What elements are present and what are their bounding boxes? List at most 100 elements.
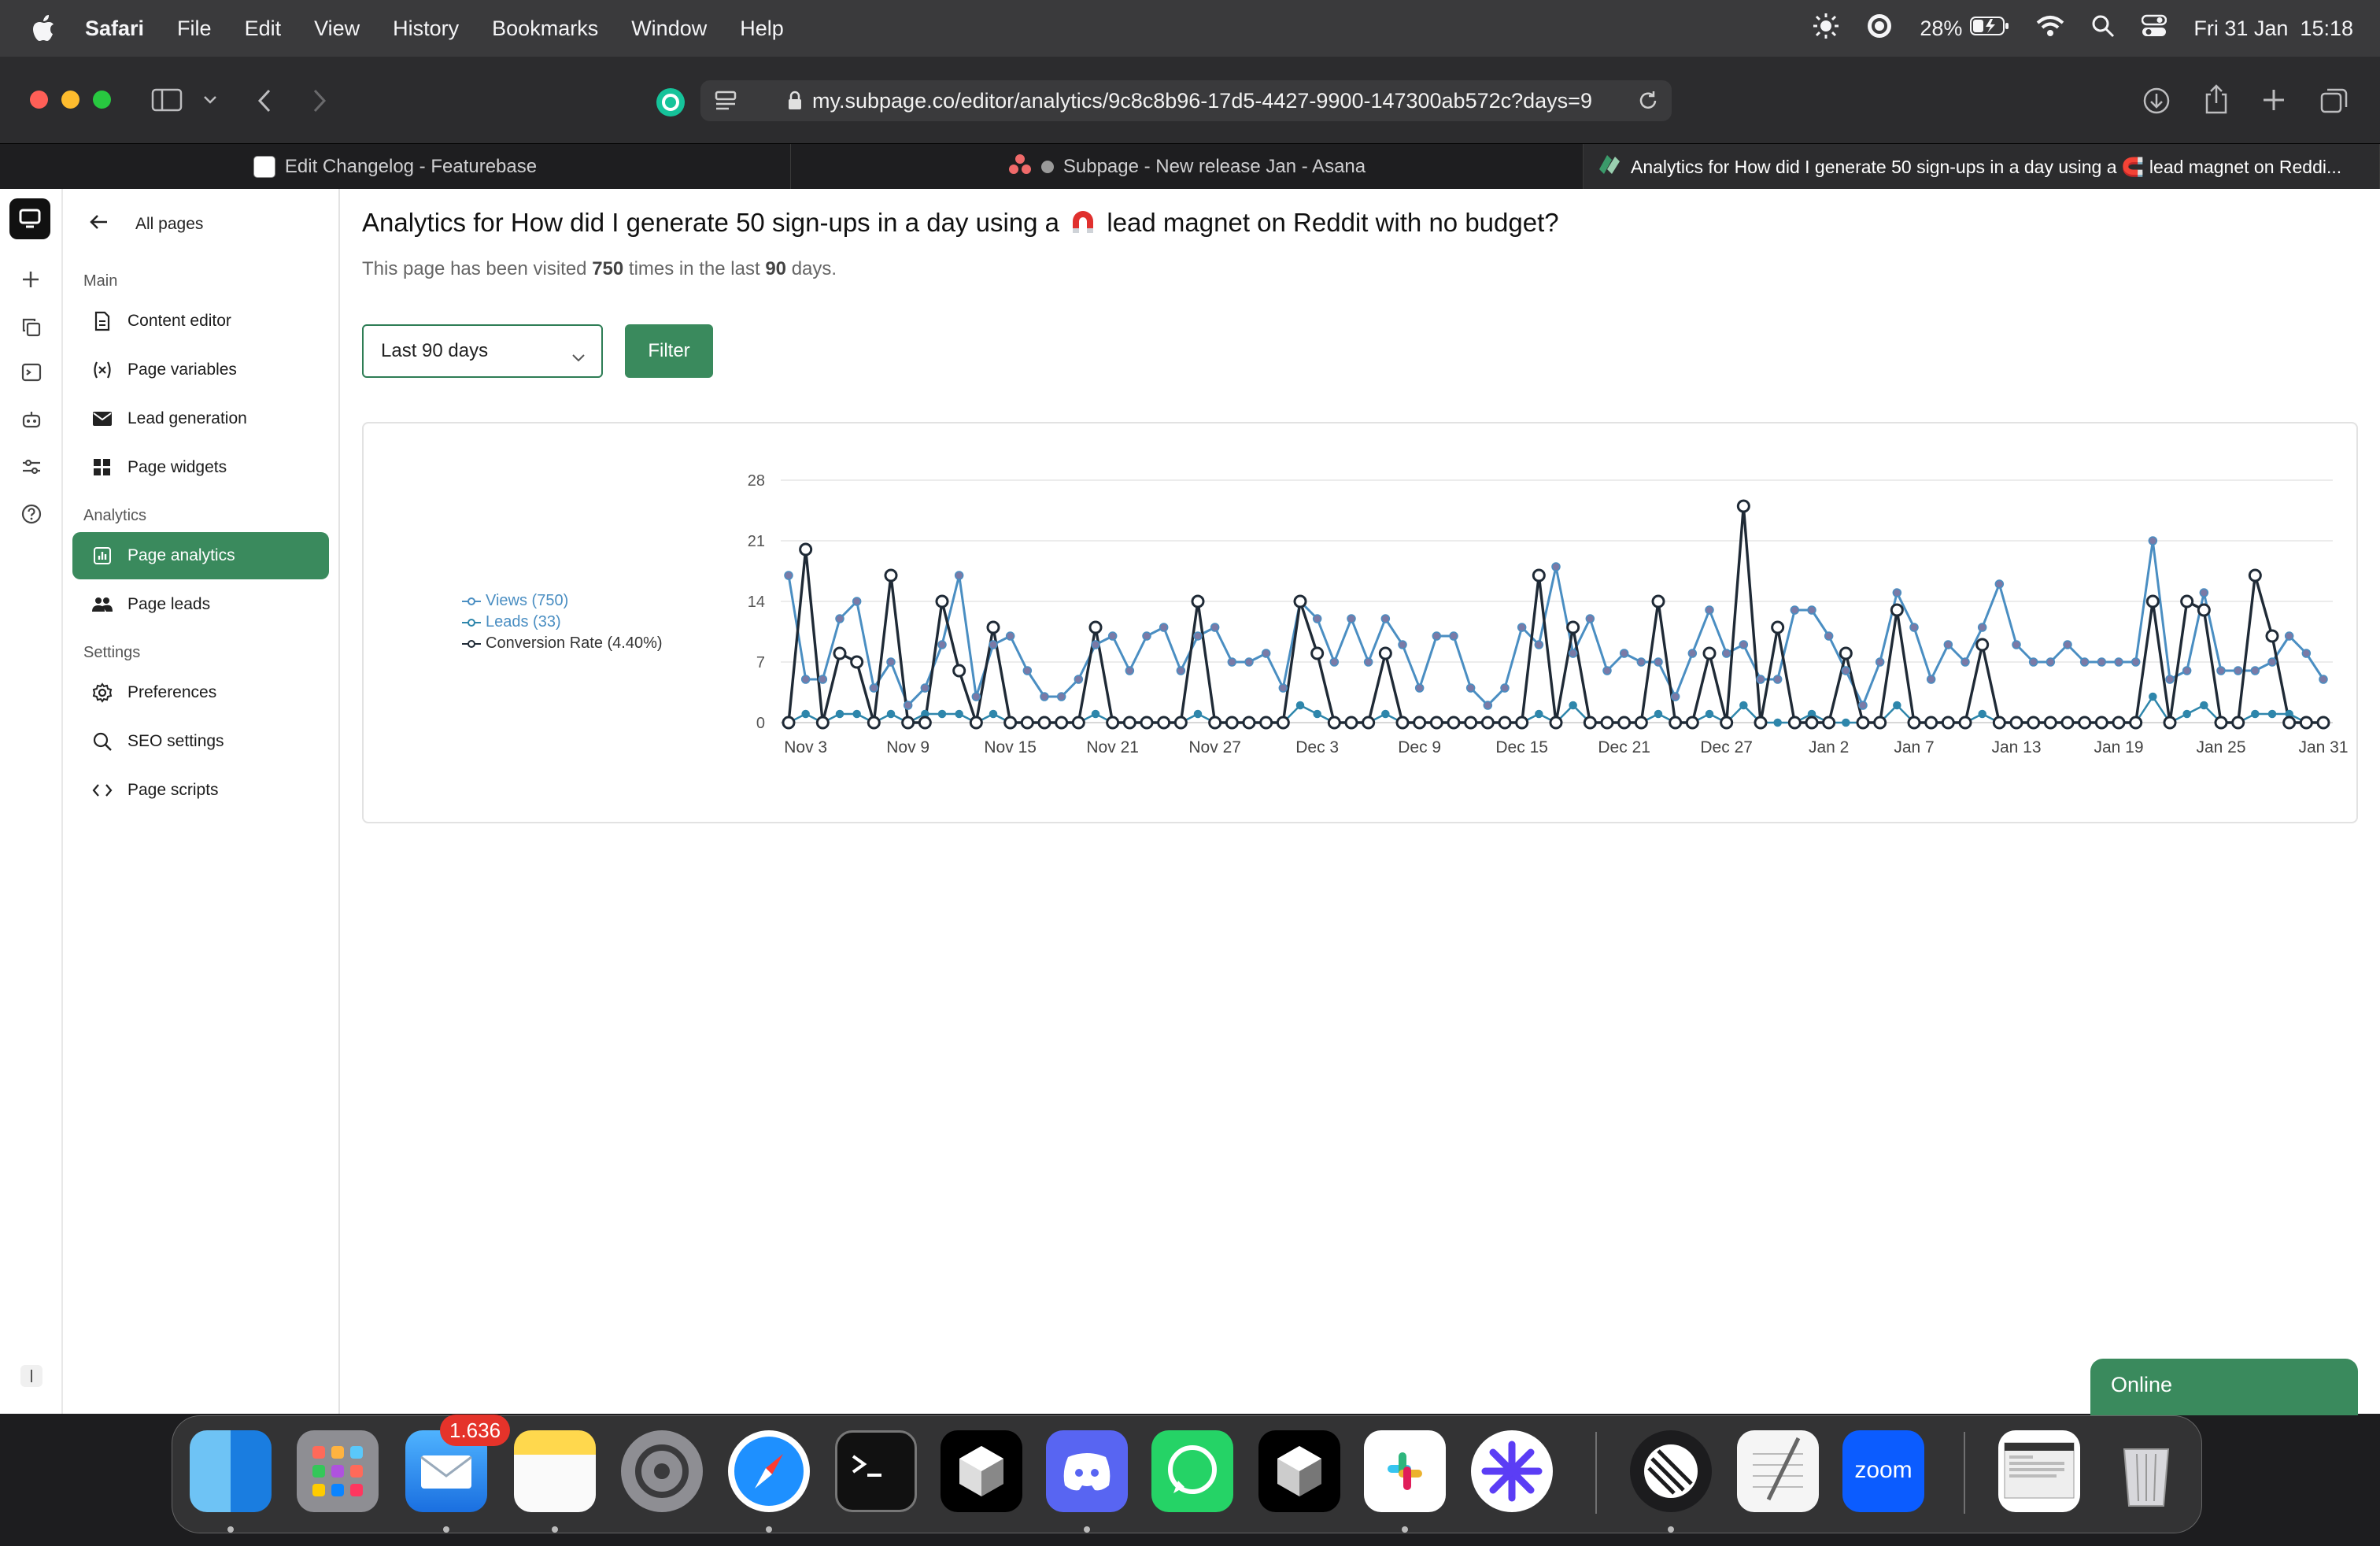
x-tick-label: Nov 3 <box>784 738 827 756</box>
section-analytics: Analytics <box>83 507 147 524</box>
search-icon <box>91 730 113 753</box>
editor-home-icon[interactable] <box>9 198 50 239</box>
data-point-views <box>989 640 998 649</box>
data-point-conversion-rate <box>815 716 830 730</box>
page-settings-icon[interactable] <box>715 91 737 117</box>
data-point-conversion-rate <box>1787 716 1802 730</box>
x-tick-label: Dec 27 <box>1700 738 1753 756</box>
new-tab-icon[interactable] <box>2262 88 2286 116</box>
zoom-window-button[interactable] <box>93 91 111 109</box>
finder-icon[interactable] <box>190 1430 272 1512</box>
sidebar-item-preferences[interactable]: Preferences <box>72 669 329 716</box>
battery-icon[interactable] <box>1970 16 2009 42</box>
grammarly-icon[interactable] <box>1866 13 1893 45</box>
data-point-leads <box>2267 709 2277 719</box>
zoom-icon[interactable]: zoom <box>1842 1430 1924 1512</box>
x-tick-label: Dec 21 <box>1598 738 1650 756</box>
discord-icon[interactable] <box>1046 1430 1128 1512</box>
share-icon[interactable] <box>2204 83 2229 119</box>
tab-overview-icon[interactable] <box>2320 87 2349 117</box>
menu-file[interactable]: File <box>177 17 212 41</box>
data-point-conversion-rate <box>1310 646 1325 660</box>
slack-icon[interactable] <box>1364 1430 1446 1512</box>
system-settings-icon[interactable] <box>621 1430 703 1512</box>
sidebar-item-page-scripts[interactable]: Page scripts <box>72 767 329 814</box>
data-point-conversion-rate <box>1992 716 2006 730</box>
clock[interactable]: Fri 31 Jan 15:18 <box>2193 17 2353 41</box>
safari-icon[interactable] <box>728 1430 810 1512</box>
downloads-icon[interactable] <box>2142 87 2171 119</box>
menu-edit[interactable]: Edit <box>245 17 282 41</box>
wifi-icon[interactable] <box>2036 15 2064 43</box>
y-tick-label: 14 <box>748 594 765 611</box>
back-icon[interactable] <box>257 88 272 117</box>
add-page-icon[interactable] <box>21 270 40 293</box>
trash-icon[interactable] <box>2105 1430 2187 1512</box>
duplicate-icon[interactable] <box>21 317 42 342</box>
tab-featurebase[interactable]: Edit Changelog - Featurebase <box>0 144 791 190</box>
back-to-all-pages-link[interactable]: All pages <box>90 214 203 235</box>
data-point-views <box>1074 675 1084 684</box>
data-point-views <box>2319 675 2328 684</box>
whatsapp-icon[interactable] <box>1151 1430 1233 1512</box>
recent-document-icon[interactable] <box>1998 1430 2080 1512</box>
tab-asana[interactable]: Subpage - New release Jan - Asana <box>791 144 1584 190</box>
sidebar-item-page-leads[interactable]: Page leads <box>72 581 329 628</box>
sidebar-item-lead-generation[interactable]: Lead generation <box>72 395 329 442</box>
sidebar-item-page-analytics[interactable]: Page analytics <box>72 532 329 579</box>
running-indicator <box>227 1526 234 1533</box>
data-point-conversion-rate <box>1208 716 1222 730</box>
filter-button[interactable]: Filter <box>625 324 713 378</box>
back-label: All pages <box>135 215 204 233</box>
menu-bookmarks[interactable]: Bookmarks <box>492 17 598 41</box>
cube-app-2-icon[interactable] <box>1258 1430 1340 1512</box>
data-point-views <box>1465 683 1476 693</box>
launchpad-icon[interactable] <box>297 1430 379 1512</box>
chevron-down-icon[interactable] <box>203 94 217 109</box>
asterisk-app-icon[interactable] <box>1471 1430 1553 1512</box>
sliders-icon[interactable] <box>21 457 42 481</box>
help-icon[interactable] <box>21 504 42 528</box>
notes-icon[interactable] <box>514 1430 596 1512</box>
textedit-icon[interactable] <box>1737 1430 1819 1512</box>
y-tick-label: 0 <box>756 715 765 732</box>
menu-safari[interactable]: Safari <box>85 17 144 41</box>
data-point-leads <box>2182 709 2191 719</box>
sidebar-item-content-editor[interactable]: Content editor <box>72 298 329 345</box>
sidebar-item-page-widgets[interactable]: Page widgets <box>72 444 329 491</box>
address-bar[interactable]: my.subpage.co/editor/analytics/9c8c8b96-… <box>700 80 1672 121</box>
spotlight-search-icon[interactable] <box>2091 14 2115 43</box>
battery-percentage: 28% <box>1920 16 1963 40</box>
data-point-views <box>2267 657 2277 667</box>
data-point-conversion-rate <box>1378 646 1392 660</box>
sidebar-item-page-variables[interactable]: Page variables <box>72 346 329 394</box>
linear-icon[interactable] <box>1630 1430 1712 1512</box>
bot-icon[interactable] <box>21 409 42 434</box>
reload-icon[interactable] <box>1637 90 1659 117</box>
sidebar-toggle-icon[interactable] <box>151 88 183 116</box>
cube-app-icon[interactable] <box>941 1430 1022 1512</box>
sidebar-item-seo-settings[interactable]: SEO settings <box>72 718 329 765</box>
terminal-app-icon[interactable] <box>835 1430 917 1512</box>
online-status-widget[interactable]: Online <box>2090 1359 2358 1415</box>
data-point-views <box>2199 588 2209 597</box>
data-point-views <box>1534 640 1544 649</box>
menu-help[interactable]: Help <box>740 17 784 41</box>
tab-analytics[interactable]: Analytics for How did I generate 50 sign… <box>1584 144 2380 190</box>
data-point-views <box>1909 623 1919 632</box>
menu-history[interactable]: History <box>393 17 459 41</box>
forward-icon[interactable] <box>312 88 327 117</box>
close-window-button[interactable] <box>30 91 48 109</box>
minimize-window-button[interactable] <box>61 91 79 109</box>
date-range-select[interactable]: Last 90 days <box>362 324 603 378</box>
brightness-icon[interactable] <box>1813 13 1839 45</box>
menu-view[interactable]: View <box>314 17 360 41</box>
control-center-icon[interactable] <box>2142 14 2168 43</box>
grammarly-extension-icon[interactable] <box>655 87 686 122</box>
collapse-rail-icon[interactable] <box>20 1365 42 1387</box>
terminal-icon[interactable] <box>21 362 42 386</box>
menu-window[interactable]: Window <box>631 17 707 41</box>
data-point-views <box>1517 623 1527 632</box>
apple-icon[interactable] <box>30 13 61 44</box>
url-text[interactable]: my.subpage.co/editor/analytics/9c8c8b96-… <box>812 89 1623 113</box>
